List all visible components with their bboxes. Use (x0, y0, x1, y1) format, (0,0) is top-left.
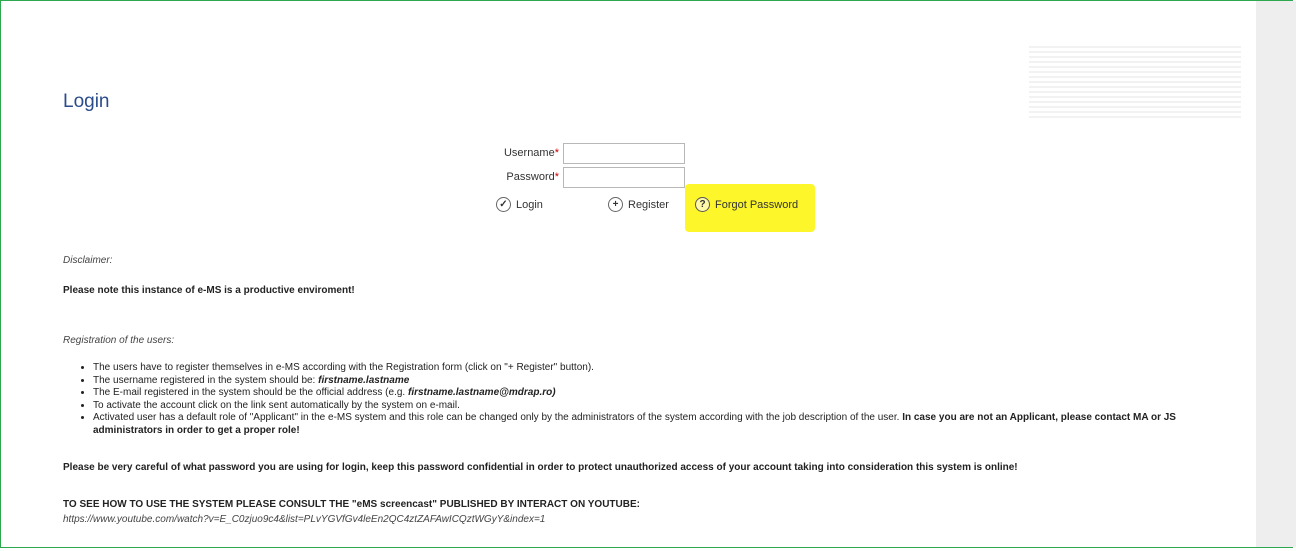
list-item: The users have to register themselves in… (93, 362, 1243, 375)
required-mark: * (554, 147, 559, 159)
page-title: Login (63, 91, 110, 112)
username-label: Username* (503, 147, 559, 159)
list-item: Activated user has a default role of "Ap… (93, 412, 1243, 437)
forgot-password-label: Forgot Password (715, 198, 799, 211)
login-label: Login (516, 198, 543, 211)
forgot-password-button[interactable]: ? Forgot Password (695, 197, 798, 212)
screencast-link[interactable]: https://www.youtube.com/watch?v=E_C0zjuo… (63, 514, 545, 525)
username-input[interactable] (563, 143, 685, 164)
register-button[interactable]: + Register (608, 197, 669, 212)
disclaimer-notice: Please note this instance of e-MS is a p… (63, 285, 355, 296)
scrollbar-track[interactable] (1256, 1, 1296, 547)
plus-icon: + (608, 197, 623, 212)
registration-list: The users have to register themselves in… (79, 362, 1243, 438)
question-icon: ? (695, 197, 710, 212)
check-icon: ✓ (496, 197, 511, 212)
list-item: The username registered in the system sh… (93, 375, 1243, 388)
required-mark: * (554, 171, 559, 183)
screencast-heading: TO SEE HOW TO USE THE SYSTEM PLEASE CONS… (63, 499, 640, 510)
password-warning: Please be very careful of what password … (63, 462, 1018, 473)
login-button[interactable]: ✓ Login (496, 197, 543, 212)
page-frame: Login Username* Password* ✓ Login + Regi… (0, 0, 1293, 548)
registration-heading: Registration of the users: (63, 335, 175, 346)
register-label: Register (628, 198, 669, 211)
list-item: To activate the account click on the lin… (93, 400, 1243, 413)
disclaimer-heading: Disclaimer: (63, 255, 113, 266)
password-label: Password* (506, 171, 559, 183)
password-input[interactable] (563, 167, 685, 188)
header-decoration (1029, 43, 1241, 121)
list-item: The E-mail registered in the system shou… (93, 387, 1243, 400)
